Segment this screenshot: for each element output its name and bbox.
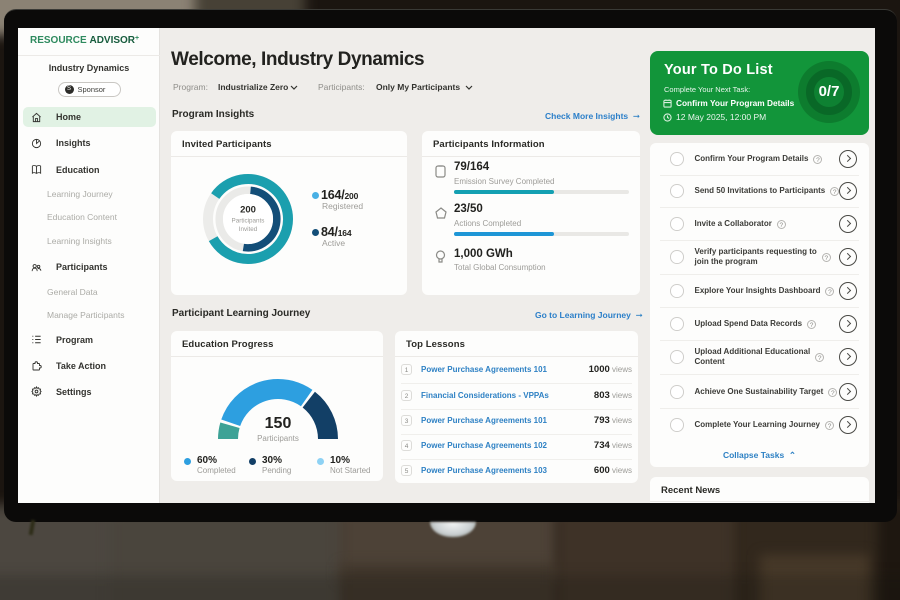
svg-text:Participants: Participants <box>232 218 265 225</box>
svg-text:200: 200 <box>240 205 256 216</box>
svg-text:150: 150 <box>265 415 292 432</box>
svg-text:Invited: Invited <box>239 226 258 233</box>
svg-text:Participants: Participants <box>257 434 299 443</box>
